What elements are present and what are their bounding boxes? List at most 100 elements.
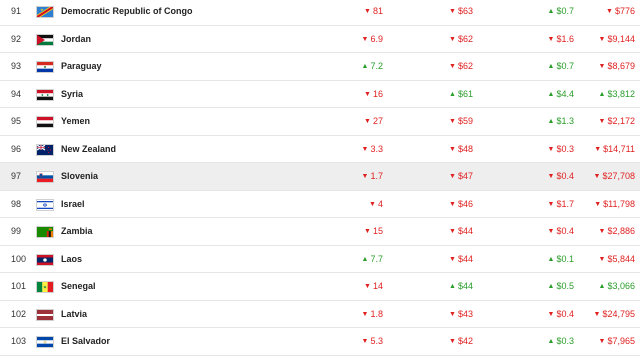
trend-down-icon: ▼ bbox=[594, 200, 602, 208]
country-name-link[interactable]: Zambia bbox=[61, 218, 93, 245]
c3-value: ▲ $0.1 bbox=[548, 246, 574, 273]
country-name-link[interactable]: Democratic Republic of Congo bbox=[61, 0, 193, 25]
trend-up-icon: ▲ bbox=[361, 63, 369, 70]
c1-text: 7.2 bbox=[370, 61, 383, 71]
trend-down-icon: ▼ bbox=[547, 200, 555, 208]
rank-number: 93 bbox=[11, 61, 22, 71]
trend-down-icon: ▼ bbox=[449, 145, 456, 153]
trend-down-icon: ▼ bbox=[598, 63, 606, 70]
trend-up-icon: ▲ bbox=[449, 283, 456, 290]
trend-down-icon: ▼ bbox=[593, 173, 601, 180]
trend-up-icon: ▲ bbox=[598, 283, 606, 290]
c4-text: $2,886 bbox=[607, 226, 635, 236]
trend-up-icon: ▲ bbox=[547, 90, 555, 98]
c1-text: 15 bbox=[372, 226, 383, 236]
country-name-link[interactable]: Senegal bbox=[61, 273, 96, 300]
table-row[interactable]: 94 Syria ▼ 16 ▲ $61 ▲ $4.4 ▲ $3,812 bbox=[0, 81, 640, 108]
country-name-link[interactable]: Yemen bbox=[61, 108, 90, 135]
c3-text: $0.3 bbox=[556, 336, 574, 346]
c2-text: $44 bbox=[457, 253, 473, 264]
c3-value: ▲ $0.7 bbox=[548, 0, 574, 25]
c3-text: $0.1 bbox=[556, 253, 574, 264]
c4-value: ▼ $14,711 bbox=[594, 136, 635, 163]
country-name-link[interactable]: El Salvador bbox=[61, 328, 110, 355]
table-row[interactable]: 93 Paraguay ▲ 7.2 ▼ $62 ▲ $0.7 ▼ $8,679 bbox=[0, 53, 640, 81]
rank-number: 92 bbox=[11, 33, 22, 44]
c2-text: $44 bbox=[457, 281, 473, 291]
trend-down-icon: ▼ bbox=[598, 255, 606, 263]
c3-value: ▲ $0.7 bbox=[548, 53, 574, 80]
trend-up-icon: ▲ bbox=[547, 338, 555, 345]
country-name-link[interactable]: Jordan bbox=[61, 26, 91, 53]
table-row[interactable]: 98 Israel ▼ 4 ▼ $46 ▼ $1.7 ▼ $11,798 bbox=[0, 191, 640, 218]
country-name-link[interactable]: Slovenia bbox=[61, 163, 98, 190]
c2-text: $43 bbox=[457, 308, 473, 319]
trend-down-icon: ▼ bbox=[364, 8, 371, 15]
trend-down-icon: ▼ bbox=[547, 35, 555, 43]
c1-text: 14 bbox=[372, 281, 383, 291]
trend-down-icon: ▼ bbox=[598, 228, 606, 235]
c3-text: $0.4 bbox=[556, 308, 574, 319]
c1-text: 1.8 bbox=[370, 308, 383, 319]
trend-down-icon: ▼ bbox=[449, 118, 456, 125]
country-name-link[interactable]: Paraguay bbox=[61, 53, 102, 80]
c2-value: ▲ $61 bbox=[449, 81, 473, 108]
country-name-link[interactable]: Syria bbox=[61, 81, 83, 108]
table-row[interactable]: 95 Yemen ▼ 27 ▼ $59 ▲ $1.3 ▼ $2,172 bbox=[0, 108, 640, 136]
country-name-link[interactable]: Laos bbox=[61, 246, 82, 273]
table-row[interactable]: 92 Jordan ▼ 6.9 ▼ $62 ▼ $1.6 ▼ $9,144 bbox=[0, 26, 640, 53]
c1-value: ▼ 1.7 bbox=[362, 163, 383, 190]
c3-value: ▼ $0.3 bbox=[548, 136, 574, 163]
c1-value: ▲ 7.2 bbox=[362, 53, 383, 80]
c2-value: ▼ $46 bbox=[449, 191, 473, 218]
trend-up-icon: ▲ bbox=[547, 283, 555, 290]
trend-down-icon: ▼ bbox=[547, 145, 555, 153]
table-row[interactable]: 99 Zambia ▼ 15 ▼ $44 ▼ $0.4 ▼ $2,886 bbox=[0, 218, 640, 246]
c3-value: ▼ $0.4 bbox=[548, 218, 574, 245]
c2-value: ▼ $47 bbox=[449, 163, 473, 190]
trend-down-icon: ▼ bbox=[361, 310, 369, 318]
country-name-link[interactable]: Israel bbox=[61, 191, 85, 218]
c2-value: ▼ $62 bbox=[449, 53, 473, 80]
paraguay-flag-icon bbox=[36, 61, 54, 73]
c2-text: $47 bbox=[457, 171, 473, 181]
c3-value: ▲ $0.5 bbox=[548, 273, 574, 300]
trend-down-icon: ▼ bbox=[606, 8, 613, 15]
c2-value: ▼ $48 bbox=[449, 136, 473, 163]
country-name-link[interactable]: Latvia bbox=[61, 301, 87, 328]
c4-text: $27,708 bbox=[602, 171, 635, 181]
rank-number: 97 bbox=[11, 171, 22, 181]
senegal-flag-icon: ★ bbox=[36, 281, 54, 293]
trend-up-icon: ▲ bbox=[547, 255, 555, 263]
c2-text: $48 bbox=[457, 143, 473, 154]
table-row[interactable]: 102 Latvia ▼ 1.8 ▼ $43 ▼ $0.4 ▼ $24,795 bbox=[0, 301, 640, 328]
zambia-flag-icon bbox=[36, 226, 54, 238]
table-row[interactable]: 100 Laos ▲ 7.7 ▼ $44 ▲ $0.1 ▼ $5,844 bbox=[0, 246, 640, 273]
table-row[interactable]: 101 ★ Senegal ▼ 14 ▲ $44 ▲ $0.5 ▲ $3,066 bbox=[0, 273, 640, 301]
table-row[interactable]: 103 El Salvador ▼ 5.3 ▼ $42 ▲ $0.3 ▼ $7,965 bbox=[0, 328, 640, 356]
table-row[interactable]: 91 ★ Democratic Republic of Congo ▼ 81 ▼ $63 ▲ $… bbox=[0, 0, 640, 26]
c4-value: ▼ $11,798 bbox=[594, 191, 635, 218]
trend-down-icon: ▼ bbox=[449, 310, 456, 318]
country-name-link[interactable]: New Zealand bbox=[61, 136, 116, 163]
c4-text: $776 bbox=[614, 6, 635, 16]
el-salvador-flag-icon bbox=[36, 336, 54, 348]
rank-number: 95 bbox=[11, 116, 22, 126]
c3-text: $0.4 bbox=[556, 171, 574, 181]
rank-number: 101 bbox=[11, 281, 27, 291]
c1-text: 6.9 bbox=[370, 33, 383, 44]
table-row[interactable]: 97 Slovenia ▼ 1.7 ▼ $47 ▼ $0.4 ▼ $27,708 bbox=[0, 163, 640, 191]
c4-text: $5,844 bbox=[607, 253, 635, 264]
table-row[interactable]: 96 New Zealand ▼ 3.3 ▼ $48 ▼ $0.3 ▼ $14,711 bbox=[0, 136, 640, 163]
rank-number: 100 bbox=[11, 253, 27, 264]
trend-down-icon: ▼ bbox=[449, 228, 456, 235]
new-zealand-flag-icon bbox=[36, 143, 54, 156]
c2-text: $62 bbox=[457, 61, 473, 71]
c1-text: 3.3 bbox=[370, 143, 383, 154]
c4-text: $8,679 bbox=[607, 61, 635, 71]
c1-value: ▼ 27 bbox=[364, 108, 383, 135]
trend-down-icon: ▼ bbox=[593, 310, 601, 318]
rank-number: 94 bbox=[11, 88, 22, 99]
c1-text: 27 bbox=[372, 116, 383, 126]
trend-down-icon: ▼ bbox=[547, 228, 555, 235]
